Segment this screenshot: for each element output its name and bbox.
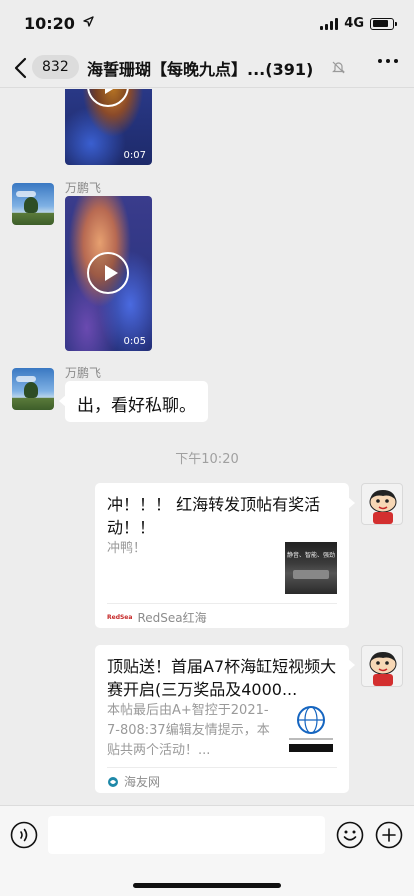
card-title: 冲！！！ 红海转发顶帖有奖活动！！ — [107, 495, 321, 537]
emoji-icon[interactable] — [336, 821, 364, 849]
status-time: 10:20 — [24, 14, 75, 33]
redsea-logo: RedSea — [107, 614, 133, 621]
voice-input-icon[interactable] — [10, 821, 38, 849]
message-timestamp: 下午10:20 — [175, 452, 239, 467]
chat-header: 832 海誓珊瑚【每晚九点】...(391) — [0, 48, 414, 88]
card-source: RedSea RedSea红海 — [107, 609, 207, 626]
link-card[interactable]: 冲！！！ 红海转发顶帖有奖活动！！ 冲鸭！ 静音、智能、强劲 RedSea Re… — [95, 483, 355, 628]
group-name: 海誓珊瑚【每晚九点】... — [87, 60, 266, 79]
avatar[interactable] — [361, 645, 403, 687]
battery-icon — [370, 17, 397, 30]
plus-icon[interactable] — [375, 821, 403, 849]
unread-count-badge[interactable]: 832 — [32, 55, 79, 79]
site-logo-icon — [108, 776, 118, 787]
link-card[interactable]: 顶贴送！首届A7杯海缸短视频大赛开启(三万奖品及4000... 本帖最后由A+智… — [95, 645, 355, 793]
card-title: 顶贴送！首届A7杯海缸短视频大赛开启(三万奖品及4000... — [107, 657, 337, 699]
member-count: (391) — [265, 60, 314, 79]
message-text: 出，看好私聊。 — [77, 396, 196, 416]
back-chevron-icon[interactable] — [10, 54, 32, 82]
chat-title: 海誓珊瑚【每晚九点】...(391) — [87, 56, 332, 80]
video-message[interactable]: 0:07 — [65, 89, 152, 165]
video-duration: 0:07 — [123, 150, 146, 161]
sender-name: 万鹏飞 — [65, 366, 102, 380]
video-message[interactable]: 0:05 — [65, 196, 152, 351]
card-source: 海友网 — [107, 773, 160, 790]
avatar[interactable] — [12, 183, 54, 225]
card-divider — [107, 767, 337, 768]
avatar[interactable] — [361, 483, 403, 525]
card-thumbnail — [285, 700, 337, 752]
home-indicator[interactable] — [133, 883, 281, 888]
muted-bell-icon — [332, 61, 345, 74]
network-type: 4G — [344, 16, 364, 31]
cartoon-avatar-icon — [369, 490, 397, 524]
source-name: 海友网 — [124, 775, 161, 789]
more-options-icon[interactable] — [378, 59, 398, 63]
thumbnail-text: 静音、智能、强劲 — [286, 552, 335, 559]
avatar[interactable] — [12, 368, 54, 410]
sender-name: 万鹏飞 — [65, 181, 102, 195]
chat-messages[interactable]: 0:07 万鹏飞 0:05 万鹏飞 出，看好私聊。 下午10:20 冲！！！ 红… — [0, 89, 414, 805]
video-duration: 0:05 — [123, 336, 146, 347]
text-message-bubble[interactable]: 出，看好私聊。 — [59, 381, 208, 422]
card-thumbnail: 静音、智能、强劲 — [285, 542, 337, 594]
cartoon-avatar-icon — [369, 652, 397, 686]
globe-logo-icon — [289, 706, 333, 752]
card-description: 本帖最后由A+智控于2021-7-808:37编辑友情提示，本贴共两个活动！..… — [107, 703, 270, 758]
source-name: RedSea红海 — [137, 611, 207, 625]
card-divider — [107, 603, 337, 604]
status-bar: 10:20 4G — [0, 0, 414, 48]
play-icon — [87, 252, 129, 294]
card-description: 冲鸭！ — [107, 541, 147, 556]
location-arrow-icon — [83, 16, 94, 27]
cellular-signal-icon — [320, 17, 339, 30]
message-input[interactable] — [48, 816, 325, 854]
